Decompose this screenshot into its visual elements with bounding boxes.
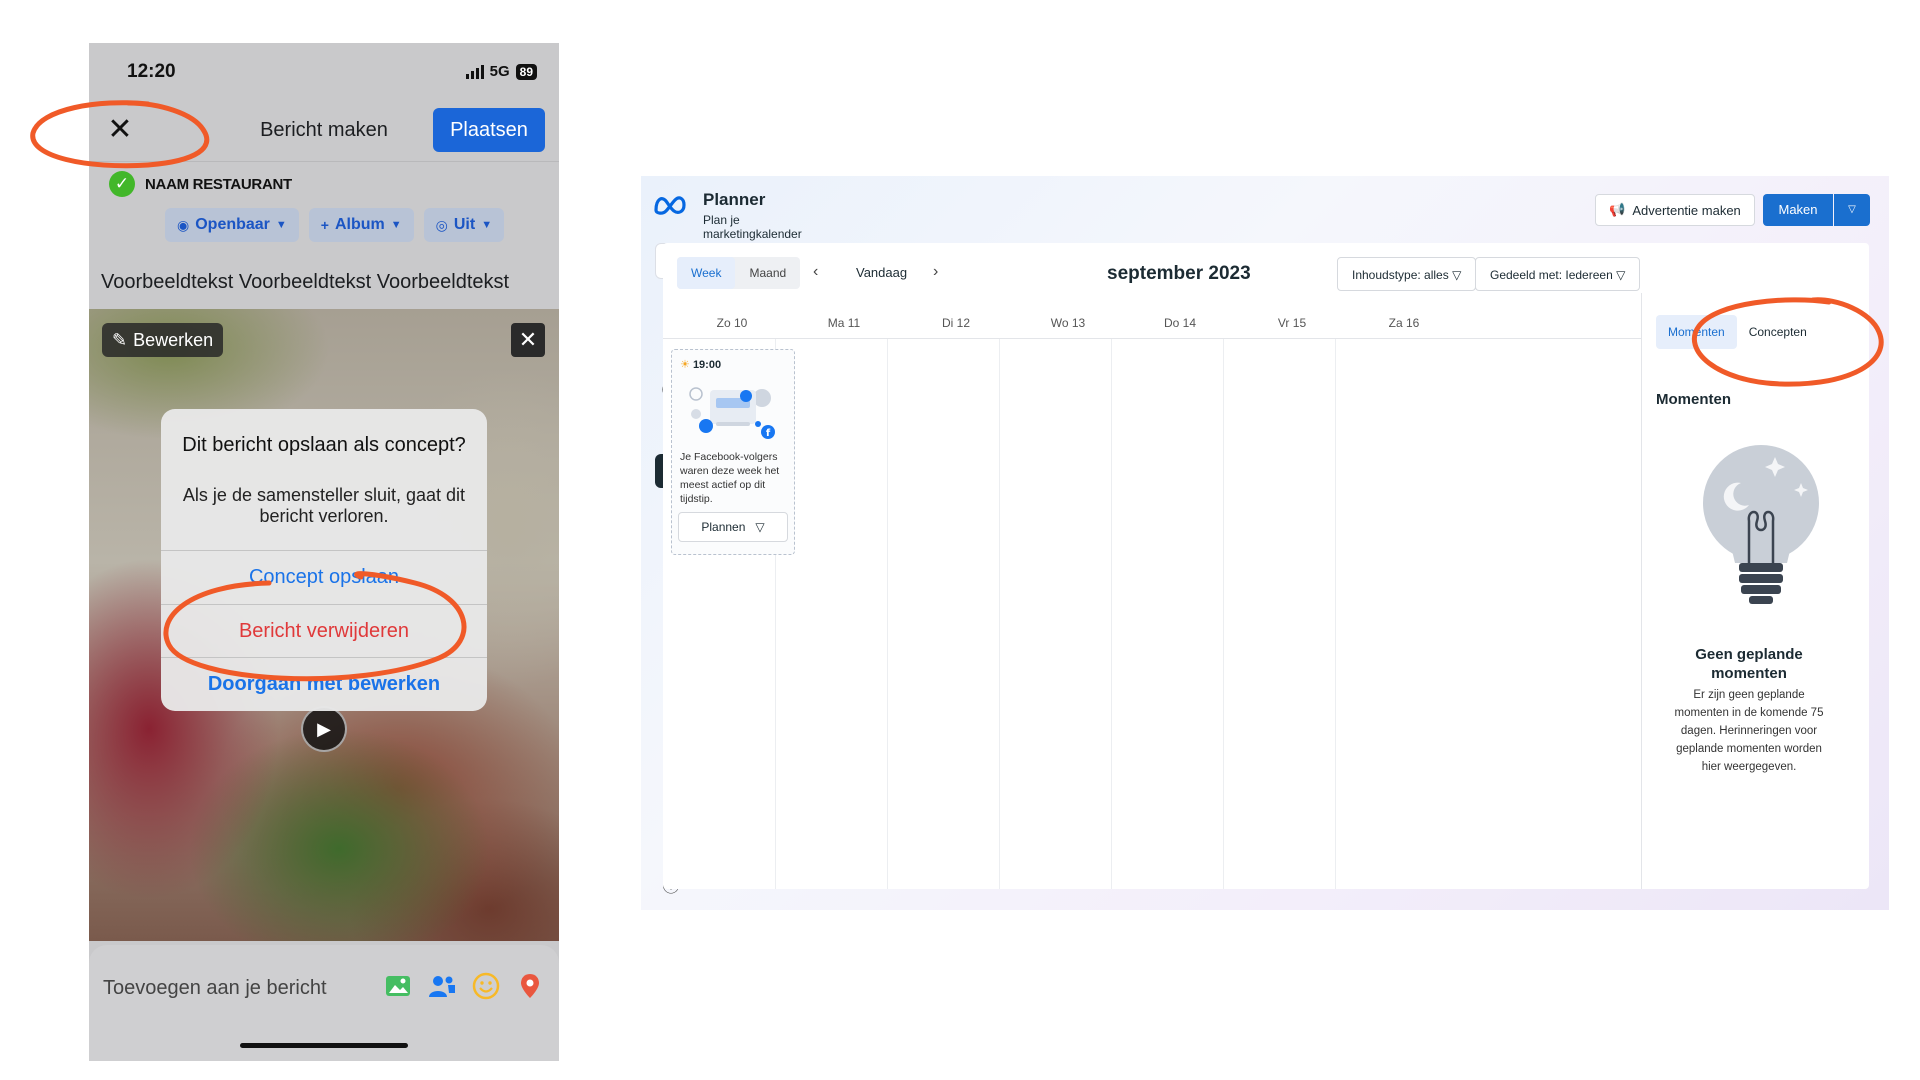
planner-window: ⌂ ♫ ◯ ❐ ▦ ◁ ▥ ☰ ⌕ ⚙ ⓘ Planner Plan je ma… [641,176,1889,910]
lightbulb-icon [1703,445,1819,604]
next-week-icon[interactable]: › [933,263,938,281]
chevron-down-icon: ▽ [1452,268,1462,282]
continue-editing-button[interactable]: Doorgaan met bewerken [161,658,487,711]
audience-chip-label: Album [334,216,385,233]
empty-state-text: Er zijn geen geplande momenten in de kom… [1674,689,1824,773]
today-button[interactable]: Vandaag [856,265,907,280]
audience-row: ◉ Openbaar ▼ + Album ▼ ◎ Uit ▼ [165,208,505,242]
side-panel-title: Momenten [1656,391,1731,408]
emoji-icon[interactable] [471,971,501,1001]
page-name: NAAM RESTAURANT [145,175,292,193]
composer-header: ✕ Bericht maken Plaatsen [89,101,559,163]
day-header: Za 16 [1388,316,1420,330]
megaphone-icon: 📢 [1609,202,1626,217]
create-ad-button[interactable]: 📢 Advertentie maken [1595,194,1755,226]
header-divider [89,161,559,162]
plus-icon: + [320,217,329,233]
page-identity: ✓ NAAM RESTAURANT [109,171,292,197]
globe-icon: ◉ [177,216,190,233]
dialog-title: Dit bericht opslaan als concept? [182,434,466,456]
svg-text:f: f [766,428,771,439]
meta-logo-icon [654,196,686,215]
audience-chip-public[interactable]: ◉ Openbaar ▼ [165,208,299,242]
recommended-time-card[interactable]: ☀ 19:00 f Je Facebook-volgers waren deze… [671,349,795,555]
event-time: ☀ 19:00 [680,358,721,371]
dialog-message: Als je de samensteller sluit, gaat dit b… [182,485,466,526]
home-indicator [240,1043,408,1048]
save-draft-button[interactable]: Concept opslaan [161,551,487,604]
audience-chip-label: Uit [453,216,476,233]
side-panel-divider [1641,293,1642,889]
remove-media-icon[interactable]: ✕ [511,323,545,357]
save-draft-dialog: Dit bericht opslaan als concept? Als je … [161,409,487,711]
battery-icon: 89 [515,63,537,80]
shared-with-filter[interactable]: Gedeeld met: Iedereen ▽ [1475,257,1641,291]
calendar-card: Week Maand ‹ Vandaag › september 2023 In… [663,243,1869,889]
shared-with-label: Gedeeld met: Iedereen [1490,268,1613,282]
event-description: Je Facebook-volgers waren deze week het … [680,451,780,505]
play-icon[interactable]: ▶ [301,706,347,752]
create-dropdown-chevron-icon[interactable]: ▽ [1834,194,1870,226]
phone-screen: 12:20 5G 89 ✕ Bericht maken Plaatsen ✓ N… [89,43,559,1061]
caret-down-icon: ▼ [275,219,287,231]
post-text[interactable]: Voorbeeldtekst Voorbeeldtekst Voorbeeldt… [101,271,559,294]
magic-wand-icon: ✎ [112,329,128,350]
content-type-label: Inhoudstype: alles [1352,268,1449,282]
signal-icon [465,64,484,79]
tag-people-icon[interactable] [427,971,457,1001]
schedule-button[interactable]: Plannen ▽ [678,512,788,542]
side-panel-tabs: Momenten Concepten [1656,315,1819,349]
empty-state-title: Geen geplande momenten [1695,646,1803,682]
location-icon[interactable] [515,971,545,1001]
instagram-icon: ◎ [435,216,448,233]
day-column-divider [999,339,1000,889]
view-toggle: Week Maand [677,257,801,289]
status-bar: 12:20 5G 89 [89,43,559,101]
add-to-post-icons [383,971,545,1001]
create-ad-label: Advertentie maken [1632,202,1741,218]
post-button[interactable]: Plaatsen [433,108,545,152]
chevron-down-icon: ▽ [748,520,765,534]
schedule-label: Plannen [701,520,746,534]
caret-down-icon: ▼ [390,219,402,231]
event-time-label: 19:00 [692,359,722,371]
view-month-tab[interactable]: Maand [735,257,800,289]
audience-chip-label: Openbaar [195,216,270,233]
audience-chip-album[interactable]: + Album ▼ [308,208,414,242]
audience-chip-instagram[interactable]: ◎ Uit ▼ [423,208,505,242]
day-column-divider [1111,339,1112,889]
previous-week-icon[interactable]: ‹ [813,263,818,281]
sun-icon: ☀ [680,359,690,371]
add-to-post-label: Toevoegen aan je bericht [103,977,327,999]
screenshot-canvas: 12:20 5G 89 ✕ Bericht maken Plaatsen ✓ N… [0,0,1920,1080]
verified-check-icon: ✓ [109,171,135,197]
edit-media-button[interactable]: ✎ Bewerken [102,323,224,357]
page-title: Planner [703,190,766,209]
status-indicators: 5G 89 [465,63,537,80]
status-time: 12:20 [127,61,176,82]
day-column-divider [887,339,888,889]
day-column-divider [1335,339,1336,889]
audience-illustration-icon: f [689,387,775,439]
calendar-header-divider [663,338,1641,339]
network-label: 5G [489,63,510,80]
delete-post-button[interactable]: Bericht verwijderen [161,605,487,658]
caret-down-icon: ▼ [481,219,493,231]
tab-drafts[interactable]: Concepten [1737,315,1819,349]
photo-icon[interactable] [383,971,413,1001]
content-type-filter[interactable]: Inhoudstype: alles ▽ [1337,257,1477,291]
current-month: september 2023 [1107,263,1251,284]
view-week-tab[interactable]: Week [677,257,736,289]
chevron-down-icon: ▽ [1616,268,1626,282]
edit-media-label: Bewerken [133,329,214,350]
day-column-divider [1223,339,1224,889]
tab-moments[interactable]: Momenten [1656,315,1737,349]
create-button[interactable]: Maken [1763,194,1833,226]
